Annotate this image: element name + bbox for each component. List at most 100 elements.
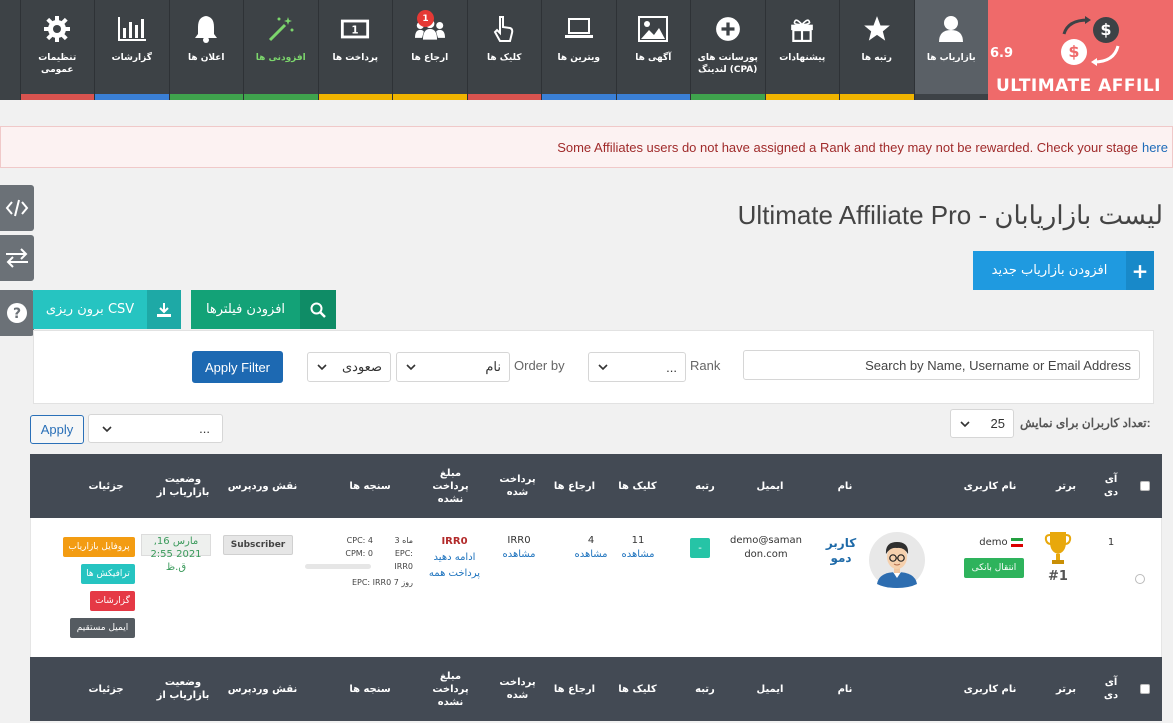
top-rank-number: #1 [1048,569,1068,584]
per-page-value: 25 [990,416,1005,431]
col-name: نام [837,480,853,492]
col-details: جزئیات [88,480,124,492]
bar-chart-icon [117,14,147,44]
nav-item-showcases[interactable]: ویترین ها [541,0,616,100]
nav-item-ranks[interactable]: رتبه ها [839,0,914,100]
nav-item-payments[interactable]: 1 پرداخت ها [317,0,392,100]
rank-label: Rank [690,358,721,373]
referrals-view-link[interactable]: مشاهده [561,548,621,562]
nav-stripe [393,94,467,100]
nav-item-settings[interactable]: تنظیمات عمومی [19,0,94,100]
username-text: demo [979,537,1008,548]
bulk-apply-button[interactable]: Apply [30,415,84,444]
col-username: نام کاربری [963,480,1017,492]
col-rank: رتبه [695,683,715,695]
bell-icon [191,14,221,44]
chevron-down-icon [598,364,608,371]
svg-text:1: 1 [352,25,359,37]
row-name[interactable]: کاربر دمو [821,536,861,566]
apply-filter-button[interactable]: Apply Filter [192,351,283,383]
bank-transfer-badge[interactable]: انتقال بانکی [964,558,1024,578]
nav-item-cpa[interactable]: پورسانت های لندینگ (CPA) [690,0,765,100]
nav-stripe [765,94,839,100]
direct-email-button[interactable]: ایمیل مستقیم [70,618,135,638]
nav-stripe [616,94,690,100]
nav-label: ویترین ها [557,53,600,63]
row-email: demo@samandon.com [730,535,802,560]
row-unpaid: IRR0 ادامه دهید پرداخت همه [427,534,482,582]
nav-stripe [691,94,765,100]
metrics-values-col: CPC: 4 CPM: 0 [313,534,373,560]
paid-amount: IRR0 [507,535,531,546]
nav-stripe [467,94,541,100]
affiliate-since: مارس 16, 2021 2:55 ق.ظ [141,534,211,573]
brand-name: ULTIMATE AFFILI [996,76,1161,96]
reports-button[interactable]: گزارشات [90,591,135,611]
per-page-select[interactable]: 25 [950,409,1014,438]
nav-label: اعلان ها [187,53,225,63]
transfer-tab[interactable] [0,235,34,281]
nav-item-banners[interactable]: آگهی ها [615,0,690,100]
col-top: برتر [1056,480,1076,492]
order-by-select[interactable]: نام [396,352,510,382]
svg-text:?: ? [13,306,21,322]
add-filters-button[interactable]: افزودن فیلترها [191,290,336,329]
metrics-period-3m: 3 ماه [394,536,413,545]
nav-item-notifications[interactable]: اعلان ها [168,0,243,100]
nav-item-offers[interactable]: پیشنهادات [764,0,839,100]
bulk-action-value: ... [199,421,210,436]
col-metrics: سنجه ها [349,480,391,492]
col-wp-role: نقش وردپرس [227,683,298,695]
nav-label: پیشنهادات [779,53,826,63]
chevron-down-icon [102,425,112,432]
help-tab[interactable]: ? [0,290,34,336]
csv-export-button[interactable]: برون ریزی CSV [33,290,181,329]
code-icon [5,199,29,217]
nav-label: بازاریاب ها [926,53,976,63]
col-since: وضعیت بازاریاب از [156,474,210,498]
pointer-hand-icon [489,14,519,44]
brand-logo[interactable]: $ $ 6.9 ULTIMATE AFFILI [988,0,1173,100]
metrics-period-col: 3 ماه EPC: IRR0 [377,534,413,573]
select-all-checkbox[interactable] [1132,454,1158,518]
nav-item-clicks[interactable]: کلیک ها [466,0,541,100]
add-affiliate-button[interactable]: + افزودن بازاریاب جدید [973,251,1154,290]
nav-item-referrals[interactable]: 1 ارجاع ها [392,0,467,100]
nav-stripe [95,94,169,100]
unpaid-pay-all-link[interactable]: پرداخت همه [427,566,482,582]
metrics-epc-7d: EPC: IRR0 [351,578,392,587]
unpaid-continue-link[interactable]: ادامه دهید [427,550,482,566]
order-by-value: نام [485,359,501,374]
help-icon: ? [7,303,27,323]
search-input[interactable]: Search by Name, Username or Email Addres… [743,350,1140,380]
paid-view-link[interactable]: مشاهده [489,548,549,562]
bulk-action-select[interactable]: ... [88,414,223,443]
svg-text:$: $ [1100,20,1111,39]
notice-link[interactable]: here [1142,140,1168,155]
nav-label: آگهی ها [635,53,672,63]
rank-warning-notice: Some Affiliates users do not have assign… [0,126,1173,168]
col-unpaid: مبلغ پرداخت نشده [432,670,469,708]
dollar-exchange-icon: $ $ [1061,16,1120,66]
add-filters-label: افزودن فیلترها [205,302,286,317]
nav-item-affiliates[interactable]: بازاریاب ها [913,0,988,100]
rank-badge: - [690,538,710,558]
laptop-icon [564,14,594,44]
nav-item-reports[interactable]: گزارشات [94,0,169,100]
nav-label: افزودنی ها [255,53,306,63]
plus-circle-icon [713,14,743,44]
order-direction-select[interactable]: صعودی [307,352,391,382]
col-paid: پرداخت شده [499,677,536,701]
col-id: آی دی [1103,677,1119,701]
search-icon [300,290,336,329]
traffic-button[interactable]: ترافیکش ها [81,564,135,584]
table-row: 1 #1 demo انتقال بانکی کاربر دمو demo@sa… [30,518,1162,657]
affiliate-profile-button[interactable]: پروفایل بازاریاب [63,537,135,557]
nav-stripe [542,94,616,100]
row-checkbox[interactable] [1135,574,1145,589]
nav-item-addons[interactable]: افزودنی ها [243,0,318,100]
code-tab[interactable] [0,185,34,231]
select-all-checkbox-footer[interactable] [1132,657,1158,721]
chevron-down-icon [317,364,327,371]
rank-select[interactable]: ... [588,352,686,382]
